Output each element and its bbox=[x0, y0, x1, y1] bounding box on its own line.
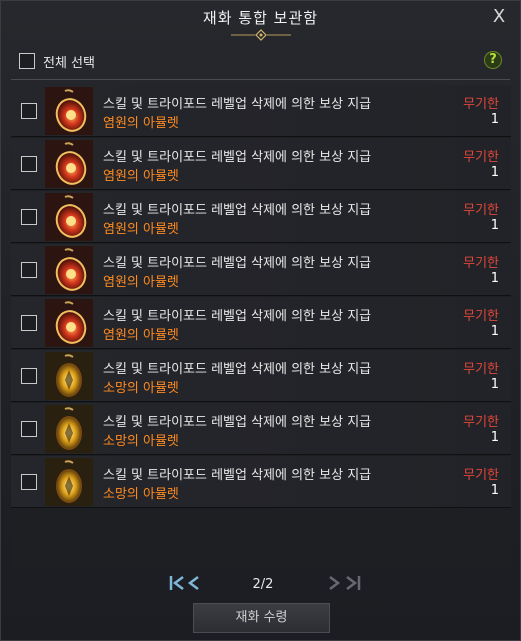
item-quantity: 1 bbox=[490, 112, 499, 127]
list-item[interactable]: 스킬 및 트라이포드 레벨업 삭제에 의한 보상 지급소망의 아뮬렛 무기한 1 bbox=[11, 403, 511, 455]
item-checkbox[interactable] bbox=[21, 156, 37, 172]
item-quantity: 1 bbox=[490, 271, 499, 286]
item-duration: 무기한 bbox=[463, 415, 499, 430]
gold-amulet-icon bbox=[45, 405, 93, 453]
last-page-button[interactable] bbox=[343, 575, 361, 595]
item-quantity: 1 bbox=[490, 430, 499, 445]
select-all-checkbox[interactable] bbox=[19, 53, 35, 69]
item-duration: 무기한 bbox=[463, 256, 499, 271]
item-duration: 무기한 bbox=[463, 309, 499, 324]
item-reason: 스킬 및 트라이포드 레벨업 삭제에 의한 보상 지급 bbox=[103, 309, 372, 324]
item-quantity: 1 bbox=[490, 377, 499, 392]
list-item[interactable]: 스킬 및 트라이포드 레벨업 삭제에 의한 보상 지급소망의 아뮬렛 무기한 1 bbox=[11, 456, 511, 508]
item-name: 소망의 아뮬렛 bbox=[103, 487, 179, 502]
item-name: 염원의 아뮬렛 bbox=[103, 222, 179, 237]
item-name: 염원의 아뮬렛 bbox=[103, 328, 179, 343]
title-ornament-icon bbox=[231, 29, 291, 41]
item-duration: 무기한 bbox=[463, 362, 499, 377]
item-reason: 스킬 및 트라이포드 레벨업 삭제에 의한 보상 지급 bbox=[103, 362, 372, 377]
item-reason: 스킬 및 트라이포드 레벨업 삭제에 의한 보상 지급 bbox=[103, 256, 372, 271]
item-checkbox[interactable] bbox=[21, 103, 37, 119]
item-duration: 무기한 bbox=[463, 468, 499, 483]
item-name: 소망의 아뮬렛 bbox=[103, 434, 179, 449]
red-amulet-icon bbox=[45, 299, 93, 347]
item-quantity: 1 bbox=[490, 483, 499, 498]
item-duration: 무기한 bbox=[463, 203, 499, 218]
first-page-icon bbox=[169, 576, 184, 590]
list-item[interactable]: 스킬 및 트라이포드 레벨업 삭제에 의한 보상 지급소망의 아뮬렛 무기한 1 bbox=[11, 350, 511, 402]
next-page-icon bbox=[329, 576, 341, 590]
item-reason: 스킬 및 트라이포드 레벨업 삭제에 의한 보상 지급 bbox=[103, 468, 372, 483]
item-quantity: 1 bbox=[490, 165, 499, 180]
receive-currency-button[interactable]: 재화 수령 bbox=[193, 603, 330, 633]
last-page-icon bbox=[346, 576, 361, 590]
item-checkbox[interactable] bbox=[21, 262, 37, 278]
item-duration: 무기한 bbox=[463, 97, 499, 112]
prev-page-button[interactable] bbox=[187, 575, 201, 595]
next-page-button[interactable] bbox=[327, 575, 341, 595]
item-duration: 무기한 bbox=[463, 150, 499, 165]
window-title: 재화 통합 보관함 bbox=[202, 9, 319, 27]
item-name: 염원의 아뮬렛 bbox=[103, 169, 179, 184]
list-item[interactable]: 스킬 및 트라이포드 레벨업 삭제에 의한 보상 지급염원의 아뮬렛 무기한 1 bbox=[11, 138, 511, 190]
select-all-row[interactable]: 전체 선택 bbox=[19, 51, 95, 71]
first-page-button[interactable] bbox=[169, 575, 187, 595]
help-icon[interactable]: ? bbox=[484, 51, 502, 69]
item-checkbox[interactable] bbox=[21, 421, 37, 437]
close-button[interactable]: X bbox=[488, 6, 510, 28]
item-reason: 스킬 및 트라이포드 레벨업 삭제에 의한 보상 지급 bbox=[103, 97, 372, 112]
reward-list: 스킬 및 트라이포드 레벨업 삭제에 의한 보상 지급 염원의 아뮬렛 무기한 1 스… bbox=[11, 85, 511, 569]
item-name: 염원의 아뮬렛 bbox=[103, 116, 179, 131]
list-item[interactable]: 스킬 및 트라이포드 레벨업 삭제에 의한 보상 지급염원의 아뮬렛 무기한 1 bbox=[11, 191, 511, 243]
item-reason: 스킬 및 트라이포드 레벨업 삭제에 의한 보상 지급 bbox=[103, 150, 372, 165]
divider bbox=[11, 79, 510, 80]
item-quantity: 1 bbox=[490, 324, 499, 339]
gold-amulet-icon bbox=[45, 458, 93, 506]
title-bar: 재화 통합 보관함 X bbox=[1, 1, 520, 41]
item-quantity: 1 bbox=[490, 218, 499, 233]
red-amulet-icon bbox=[45, 193, 93, 241]
red-amulet-icon bbox=[45, 87, 93, 135]
gold-amulet-icon bbox=[45, 352, 93, 400]
list-item[interactable]: 스킬 및 트라이포드 레벨업 삭제에 의한 보상 지급염원의 아뮬렛 무기한 1 bbox=[11, 244, 511, 296]
item-name: 소망의 아뮬렛 bbox=[103, 381, 179, 396]
item-checkbox[interactable] bbox=[21, 474, 37, 490]
item-name: 염원의 아뮬렛 bbox=[103, 275, 179, 290]
item-reason: 스킬 및 트라이포드 레벨업 삭제에 의한 보상 지급 bbox=[103, 415, 372, 430]
prev-page-icon bbox=[187, 576, 199, 590]
page-indicator: 2/2 bbox=[252, 577, 274, 592]
pagination: 2/2 bbox=[1, 575, 520, 597]
item-checkbox[interactable] bbox=[21, 368, 37, 384]
item-checkbox[interactable] bbox=[21, 315, 37, 331]
currency-storage-window: 재화 통합 보관함 X 전체 선택 ? 스킬 및 트라이포드 레벨업 삭제에 의… bbox=[0, 0, 521, 641]
item-checkbox[interactable] bbox=[21, 209, 37, 225]
red-amulet-icon bbox=[45, 140, 93, 188]
list-item[interactable]: 스킬 및 트라이포드 레벨업 삭제에 의한 보상 지급염원의 아뮬렛 무기한 1 bbox=[11, 85, 511, 137]
list-item[interactable]: 스킬 및 트라이포드 레벨업 삭제에 의한 보상 지급염원의 아뮬렛 무기한 1 bbox=[11, 297, 511, 349]
item-reason: 스킬 및 트라이포드 레벨업 삭제에 의한 보상 지급 bbox=[103, 203, 372, 218]
red-amulet-icon bbox=[45, 246, 93, 294]
select-all-label: 전체 선택 bbox=[43, 55, 95, 71]
